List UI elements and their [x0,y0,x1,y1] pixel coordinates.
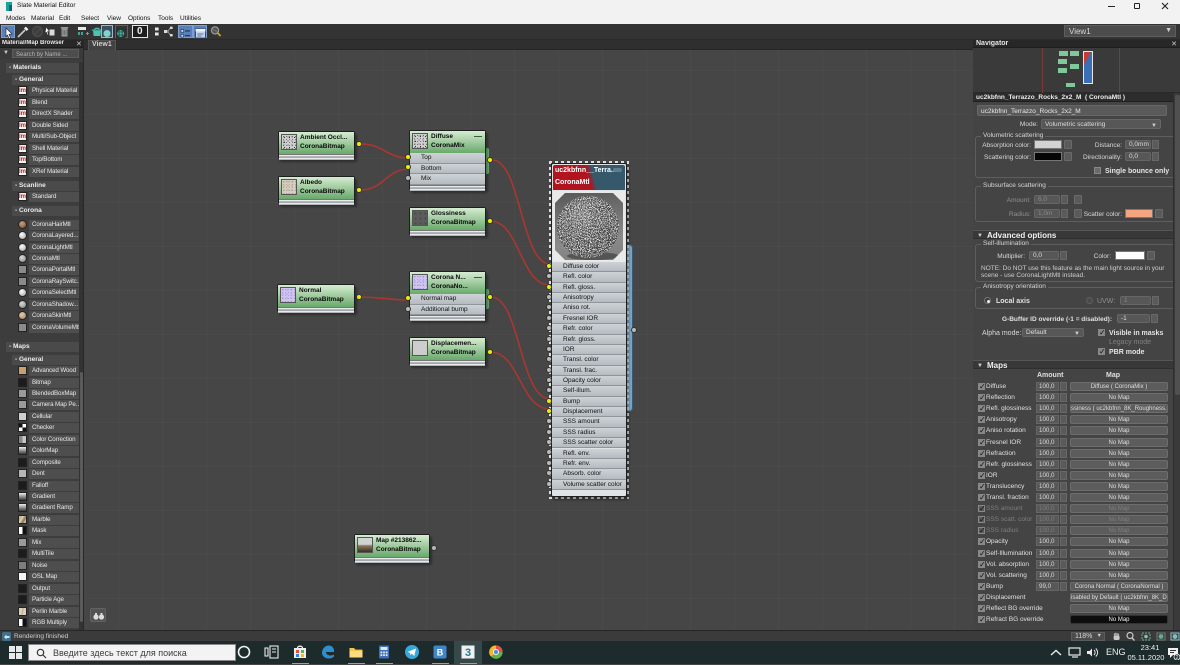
svg-text:B: B [437,648,444,658]
svg-text:2: 2 [1175,655,1178,660]
svg-text:3: 3 [465,647,471,659]
